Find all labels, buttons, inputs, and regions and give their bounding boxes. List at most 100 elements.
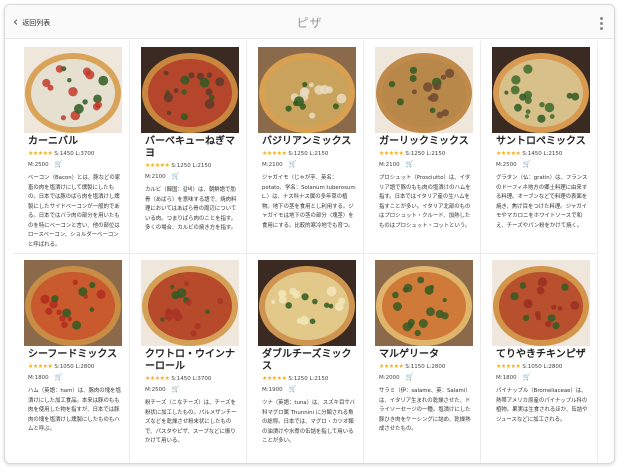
price-small: S:1050: [54, 364, 74, 370]
price-large: L:2150: [543, 151, 563, 157]
pizza-image[interactable]: [375, 260, 473, 346]
pizza-card[interactable]: シーフードミックス ★★★★★ S:1050 L:2800 M:1800 🛒 ハム（英語：…: [13, 253, 130, 463]
cart-icon[interactable]: 🛒: [289, 385, 297, 393]
pizza-photo: [258, 47, 356, 133]
price-small: S:1250: [171, 163, 191, 169]
star-rating-icon: ★★★★★: [145, 375, 170, 382]
pizza-card[interactable]: ダブルチーズミックス ★★★★★ S:1250 L:2150 M:1900 🛒 ツナ（英語…: [247, 253, 364, 463]
price-large: L:2150: [309, 151, 329, 157]
pizza-rating-prices: ★★★★★ S:1050 L:2800: [28, 363, 126, 371]
pizza-card[interactable]: バジリアンミックス ★★★★★ S:1250 L:2150 M:2100 🛒 ジャガイモ（…: [247, 41, 364, 253]
pizza-card[interactable]: てりやきチキンピザ ★★★★★ S:1050 L:2800 M:1800 🛒 パイナップル…: [481, 253, 598, 463]
price-large: L:2150: [192, 163, 212, 169]
price-large: L:2150: [309, 376, 329, 382]
pizza-description: ベーコン（Bacon）とは、豚などの家畜の肉を塩漬けにして燻製にしたもの。日本で…: [28, 175, 121, 248]
pizza-rating-prices: ★★★★★ S:1450 L:3700: [28, 150, 126, 158]
pizza-name[interactable]: ダブルチーズミックス: [262, 349, 358, 373]
price-medium: M:2500: [496, 162, 517, 168]
cart-icon[interactable]: 🛒: [406, 160, 414, 168]
pizza-medium-row: M:2000 🛒: [379, 373, 477, 382]
more-menu-icon[interactable]: [598, 17, 604, 31]
pizza-rating-prices: ★★★★★ S:1250 L:2150: [379, 150, 477, 158]
pizza-name[interactable]: てりやきチキンピザ: [496, 349, 592, 361]
pizza-card[interactable]: カーニバル ★★★★★ S:1450 L:3700 M:2500 🛒 ベーコン（Bacon…: [13, 41, 130, 253]
pizza-rating-prices: ★★★★★ S:1250 L:2150: [262, 375, 360, 383]
cart-icon[interactable]: 🛒: [172, 172, 180, 180]
cart-icon[interactable]: 🛒: [523, 373, 531, 381]
cart-icon[interactable]: 🛒: [55, 373, 63, 381]
pizza-card[interactable]: サントロペミックス ★★★★★ S:1450 L:2150 M:2500 🛒 グラタン（仏…: [481, 41, 598, 253]
price-small: S:1250: [288, 151, 308, 157]
pizza-medium-row: M:2500 🛒: [28, 160, 126, 169]
pizza-medium-row: M:1900 🛒: [262, 385, 360, 394]
pizza-image[interactable]: [375, 47, 473, 133]
price-large: L:2800: [75, 364, 95, 370]
pizza-name[interactable]: バーベキューねぎマヨ: [145, 136, 241, 160]
app-window: ‹ 返回列表 ピザ カーニバル ★★★★★ S:1450 L:3700 M:2500 🛒…: [4, 4, 615, 464]
pizza-image[interactable]: [258, 260, 356, 346]
price-large: L:2800: [426, 364, 446, 370]
pizza-image[interactable]: [258, 47, 356, 133]
pizza-description: 粉チーズ（こなチーズ）は、チーズを粉状に加工したもの。パルメザンチーズなどを乾燥…: [145, 400, 237, 444]
pizza-image[interactable]: [141, 47, 239, 133]
star-rating-icon: ★★★★★: [496, 363, 521, 370]
pizza-card[interactable]: バーベキューねぎマヨ ★★★★★ S:1250 L:2150 M:2100 🛒 カルビ（韓…: [130, 41, 247, 253]
price-small: S:1250: [288, 376, 308, 382]
price-medium: M:2000: [379, 375, 400, 381]
pizza-name[interactable]: クワトロ・ウインナーロール: [145, 349, 241, 373]
price-medium: M:1800: [496, 375, 517, 381]
pizza-name[interactable]: シーフードミックス: [28, 349, 124, 361]
pizza-name[interactable]: サントロペミックス: [496, 136, 592, 148]
pizza-description: グラタン（仏：gratin）は、フランスのドーフィネ地方の郷土料理に由来する料理…: [496, 175, 588, 229]
pizza-name[interactable]: マルゲリータ: [379, 349, 475, 361]
cart-icon[interactable]: 🛒: [406, 373, 414, 381]
pizza-image[interactable]: [24, 47, 122, 133]
price-large: L:3700: [192, 376, 212, 382]
price-large: L:2150: [426, 151, 446, 157]
pizza-image[interactable]: [24, 260, 122, 346]
pizza-image[interactable]: [492, 47, 590, 133]
pizza-name[interactable]: カーニバル: [28, 136, 124, 148]
pizza-card[interactable]: クワトロ・ウインナーロール ★★★★★ S:1450 L:3700 M:2500 🛒 粉チ…: [130, 253, 247, 463]
pizza-photo: [24, 47, 122, 133]
cart-icon[interactable]: 🛒: [55, 160, 63, 168]
star-rating-icon: ★★★★★: [379, 150, 404, 157]
pizza-card[interactable]: マルゲリータ ★★★★★ S:1150 L:2800 M:2000 🛒 サラミ（伊：sal…: [364, 253, 481, 463]
price-small: S:1250: [405, 151, 425, 157]
price-medium: M:1900: [262, 387, 283, 393]
pizza-medium-row: M:2100 🛒: [262, 160, 360, 169]
pizza-description: ハム（英語：ham）は、豚肉の塊を塩漬けにした加工食品。本来は豚のもも肉を使用し…: [28, 388, 121, 432]
star-rating-icon: ★★★★★: [262, 375, 287, 382]
pizza-photo: [141, 260, 239, 346]
pizza-name[interactable]: バジリアンミックス: [262, 136, 358, 148]
pizza-rating-prices: ★★★★★ S:1450 L:2150: [496, 150, 594, 158]
pizza-name[interactable]: ガーリックミックス: [379, 136, 475, 148]
pizza-rating-prices: ★★★★★ S:1050 L:2800: [496, 363, 594, 371]
cart-icon[interactable]: 🛒: [172, 385, 180, 393]
price-large: L:2800: [543, 364, 563, 370]
price-small: S:1050: [522, 364, 542, 370]
pizza-image[interactable]: [141, 260, 239, 346]
star-rating-icon: ★★★★★: [28, 363, 53, 370]
pizza-description: パイナップル（Bromeliaceae）は、熱帯アメリカ原産のパイナップル科の植…: [496, 388, 588, 423]
pizza-medium-row: M:1800 🛒: [496, 373, 594, 382]
pizza-medium-row: M:1800 🛒: [28, 373, 126, 382]
pizza-photo: [375, 47, 473, 133]
pizza-photo: [492, 260, 590, 346]
star-rating-icon: ★★★★★: [28, 150, 53, 157]
pizza-photo: [375, 260, 473, 346]
price-medium: M:2100: [145, 174, 166, 180]
pizza-grid: カーニバル ★★★★★ S:1450 L:3700 M:2500 🛒 ベーコン（Bacon…: [13, 41, 614, 463]
star-rating-icon: ★★★★★: [145, 162, 170, 169]
pizza-description: ジャガイモ（じゃが芋、英名：potato、学名：Solanum tuberosu…: [262, 175, 356, 229]
cart-icon[interactable]: 🛒: [523, 160, 531, 168]
star-rating-icon: ★★★★★: [262, 150, 287, 157]
pizza-card[interactable]: ガーリックミックス ★★★★★ S:1250 L:2150 M:2100 🛒 プロシュット…: [364, 41, 481, 253]
pizza-medium-row: M:2100 🛒: [379, 160, 477, 169]
price-medium: M:2500: [145, 387, 166, 393]
pizza-image[interactable]: [492, 260, 590, 346]
pizza-rating-prices: ★★★★★ S:1250 L:2150: [145, 162, 243, 170]
pizza-photo: [492, 47, 590, 133]
pizza-description: ツナ（英語：tuna）は、スズキ目サバ科マグロ属 Thunnini に分類される…: [262, 400, 355, 444]
cart-icon[interactable]: 🛒: [289, 160, 297, 168]
